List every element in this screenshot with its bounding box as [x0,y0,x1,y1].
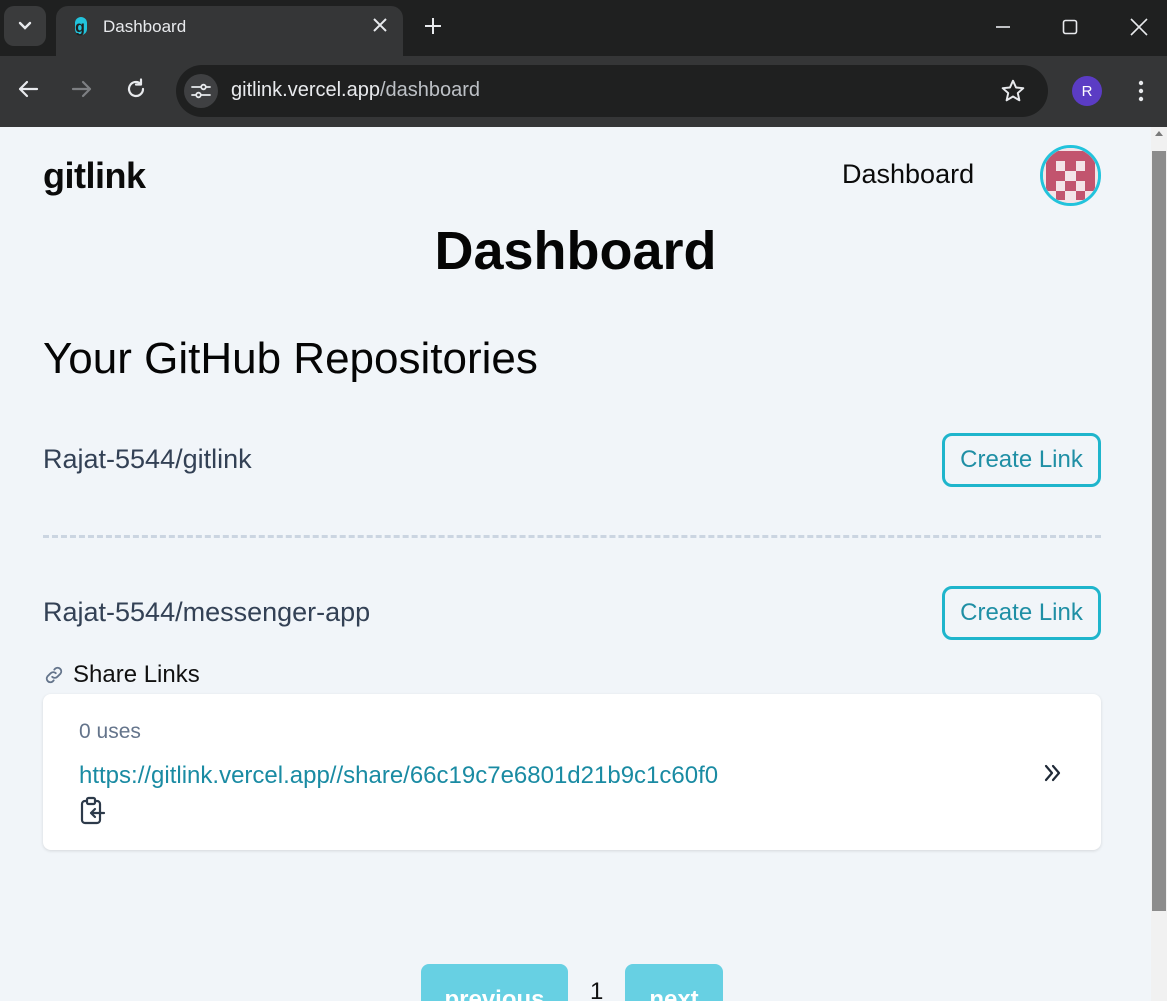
create-link-button[interactable]: Create Link [942,433,1101,487]
user-avatar[interactable] [1040,145,1101,206]
scroll-up-arrow-icon[interactable] [1155,131,1163,136]
reload-button[interactable] [121,74,151,104]
double-chevron-right-icon[interactable] [1041,761,1065,785]
page-viewport: gitlink Dashboard Dashboard Your GitHub … [0,127,1151,1001]
scrollbar-thumb[interactable] [1152,151,1166,911]
logo-g: g [43,155,65,196]
clipboard-copy-icon[interactable] [79,796,107,826]
repo-name: Rajat-5544/gitlink [43,444,252,474]
browser-tab-active[interactable]: g Dashboard [56,6,403,56]
forward-button[interactable] [67,74,97,104]
url-path: /dashboard [379,79,481,101]
logo-text: itlink [64,155,147,196]
address-bar[interactable]: gitlink.vercel.app/dashboard [176,65,1048,117]
tab-search-button[interactable] [4,6,46,46]
gitlink-logo[interactable]: gitlink [43,155,146,197]
repo-name: Rajat-5544/messenger-app [43,597,371,627]
browser-tab-strip: g Dashboard [0,0,1167,56]
close-window-button[interactable] [1124,12,1154,42]
identicon-avatar-icon [1043,148,1098,203]
share-uses-count: 0 uses [79,720,141,743]
close-tab-icon[interactable] [373,18,387,32]
back-button[interactable] [13,74,43,104]
svg-text:g: g [75,19,85,36]
gitlink-favicon-icon: g [75,17,87,36]
bookmark-star-icon[interactable] [1000,78,1026,104]
browser-toolbar: gitlink.vercel.app/dashboard R [0,56,1167,127]
page-title-wrap: Dashboard [0,220,1151,282]
page-title: Dashboard [431,221,720,281]
more-vertical-icon [1138,80,1144,102]
url-host: gitlink.vercel.app [231,79,380,101]
share-links-header: Share Links [43,661,200,689]
share-link-card: 0 uses https://gitlink.vercel.app//share… [43,694,1101,850]
repo-divider [43,535,1101,538]
plus-icon [425,18,441,34]
share-links-label: Share Links [73,661,200,688]
tab-title: Dashboard [103,17,187,36]
site-info-button[interactable] [184,74,218,108]
create-link-button[interactable]: Create Link [942,586,1101,640]
minimize-button[interactable] [988,12,1018,42]
close-icon [1130,18,1148,36]
next-page-button[interactable]: next [625,964,723,1001]
page-scrollbar[interactable] [1151,127,1167,1001]
link-icon [45,666,63,684]
chevron-down-icon [18,21,32,30]
section-title: Your GitHub Repositories [43,334,538,383]
maximize-icon [1062,19,1078,35]
tune-icon [191,83,211,99]
arrow-right-icon [71,80,92,98]
reload-icon [127,78,145,98]
url-text: gitlink.vercel.app/dashboard [231,79,480,102]
share-url-link[interactable]: https://gitlink.vercel.app//share/66c19c… [79,762,718,790]
new-tab-button[interactable] [420,13,446,39]
profile-avatar-button[interactable]: R [1072,76,1102,106]
maximize-button[interactable] [1055,12,1085,42]
current-page-number: 1 [590,978,604,1001]
nav-dashboard-link[interactable]: Dashboard [842,159,974,190]
previous-page-button[interactable]: previous [421,964,568,1001]
browser-menu-button[interactable] [1128,76,1154,106]
minimize-icon [996,26,1010,28]
arrow-left-icon [18,80,39,98]
